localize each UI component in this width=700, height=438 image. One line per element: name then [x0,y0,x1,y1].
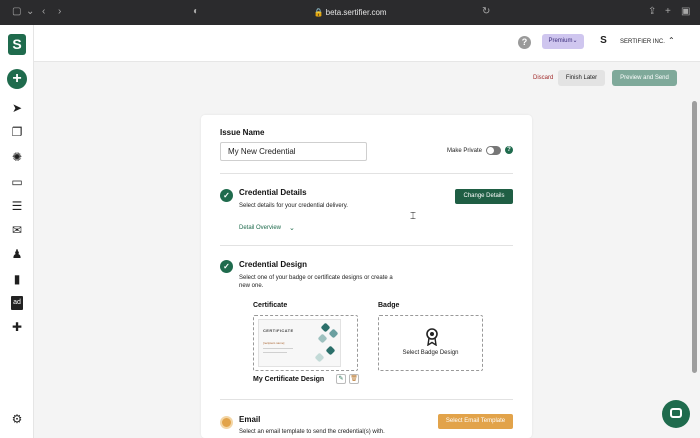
sertifier-logo[interactable]: S [8,34,26,55]
info-icon[interactable]: ? [505,146,513,154]
certificate-thumbnail: CERTIFICATE [recipient.name] [258,319,341,367]
gear-cog-icon[interactable]: ✺ [9,150,25,164]
email-title: Email [239,415,261,424]
tab-caret-icon[interactable]: ⌄ [26,6,34,18]
credential-design-description-cont: new one. [239,283,264,289]
lock-icon: 🔒 [313,8,324,17]
certificate-design-name: My Certificate Design [253,376,325,383]
hexagon-decoration [317,333,328,344]
detail-overview-link[interactable]: Detail Overview [239,224,281,233]
preview-and-send-button[interactable]: Preview and Send [612,70,677,86]
select-badge-design-label: Select Badge Design [402,350,459,356]
finish-later-button[interactable]: Finish Later [558,70,605,86]
chat-bubble-icon [670,408,682,418]
check-circle-icon: ✓ [220,260,233,273]
browser-toolbar: ▢ ⌄ ‹ › ◐ 🔒 beta.sertifier.com ↻ ⇪ + ▣ [0,0,700,25]
reload-icon[interactable]: ↻ [482,6,490,18]
address-bar[interactable]: 🔒 beta.sertifier.com [190,5,510,20]
app-window: S + ➤ ❐ ✺ ▭ ☰ ✉ ♟ ▮ ad ✚ ⚙ ? Premium⌄ S … [0,25,700,438]
issue-name-input[interactable] [220,142,367,161]
credential-design-title: Credential Design [239,260,308,269]
section-divider [220,399,513,400]
certificate-thumb-title: CERTIFICATE [263,328,294,333]
credential-details-description: Select details for your credential deliv… [239,203,348,209]
avatar[interactable]: S [596,33,611,49]
chevron-up-icon[interactable]: ⌃ [668,35,675,47]
back-icon[interactable]: ‹ [42,6,45,18]
forward-icon[interactable]: › [58,6,61,18]
select-email-template-button[interactable]: Select Email Template [438,414,513,429]
chat-support-button[interactable] [662,400,690,428]
make-private-toggle[interactable] [486,146,501,155]
check-circle-icon: ✓ [220,189,233,202]
certificate-thumb-line [263,348,293,349]
make-private-label: Make Private [447,148,483,154]
hexagon-decoration [325,345,336,356]
badge-label: Badge [378,302,400,309]
mail-icon[interactable]: ✉ [9,223,25,237]
certificate-design-card[interactable]: CERTIFICATE [recipient.name] [253,315,358,371]
hexagon-decoration [328,328,339,339]
url-text: beta.sertifier.com [325,8,387,17]
pending-step-icon [220,416,233,429]
settings-icon[interactable]: ⚙ [9,412,25,426]
help-icon[interactable]: ? [518,36,531,49]
action-bar: Discard Finish Later Preview and Send [34,61,700,94]
hexagon-decoration [320,322,331,333]
badge-award-icon [426,328,438,346]
page-scrollbar[interactable] [692,101,697,373]
credential-design-description: Select one of your badge or certificate … [239,275,393,281]
create-plus-button[interactable]: + [7,69,27,89]
chevron-down-icon[interactable]: ⌄ [289,224,295,233]
toggle-knob [487,147,494,154]
select-badge-design-card[interactable]: Select Badge Design [378,315,483,371]
gift-icon[interactable]: ✚ [9,320,25,334]
discard-button[interactable]: Discard [533,71,553,85]
trash-icon[interactable]: 🗑 [349,374,359,384]
share-icon[interactable]: ⇪ [648,6,656,18]
section-divider [220,245,513,246]
issue-form-card: Issue Name Make Private ? ✓ Credential D… [201,115,532,438]
change-details-button[interactable]: Change Details [455,189,513,204]
top-header: ? Premium⌄ S SERTIFIER INC. ⌃ [34,25,700,61]
new-tab-icon[interactable]: + [665,6,671,18]
certificate-thumb-line [263,352,287,353]
premium-badge[interactable]: Premium⌄ [542,34,584,49]
premium-label: Premium [548,38,573,44]
credential-details-title: Credential Details [239,188,307,197]
analytics-icon[interactable]: ▮ [9,272,25,286]
edit-icon[interactable]: ✎ [336,374,346,384]
company-name[interactable]: SERTIFIER INC. [620,36,665,48]
hexagon-decoration [314,352,325,363]
send-icon[interactable]: ➤ [9,101,25,115]
mouse-cursor-icon: ⌶ [410,211,416,222]
premium-caret-icon: ⌄ [572,38,578,44]
documents-icon[interactable]: ❐ [9,125,25,139]
list-icon[interactable]: ☰ [9,199,25,213]
sidebar-toggle-icon[interactable]: ▢ [12,6,21,18]
monitor-icon[interactable]: ▭ [9,175,25,189]
section-divider [220,173,513,174]
certificate-label: Certificate [253,302,288,309]
users-icon[interactable]: ♟ [9,247,25,261]
email-description: Select an email template to send the cre… [239,429,385,435]
tab-overview-icon[interactable]: ▣ [681,6,690,18]
sidebar: S + ➤ ❐ ✺ ▭ ☰ ✉ ♟ ▮ ad ✚ ⚙ [0,25,34,438]
certificate-thumb-name: [recipient.name] [263,341,285,345]
issue-name-label: Issue Name [220,128,265,137]
ad-icon[interactable]: ad [11,296,23,310]
